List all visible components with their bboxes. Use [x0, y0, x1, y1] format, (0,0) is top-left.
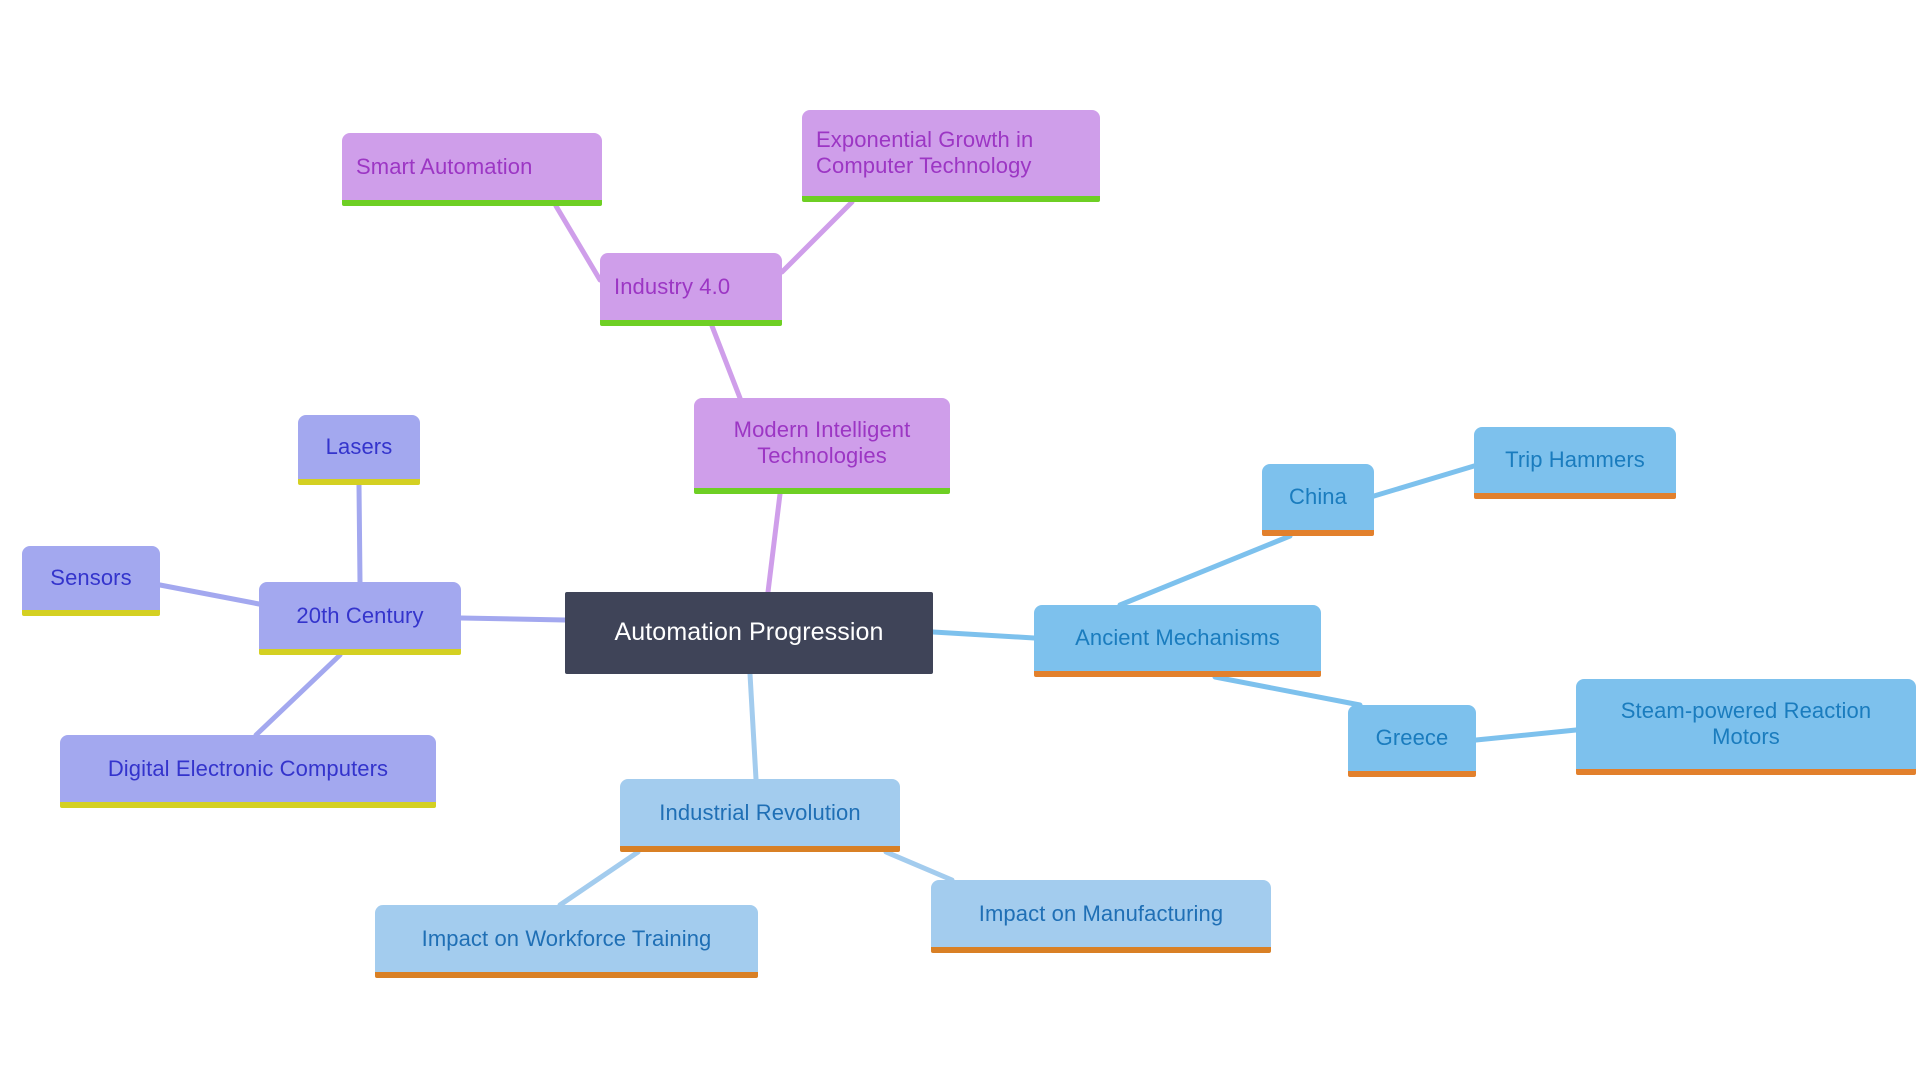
node-steam-powered-reaction-motors[interactable]: Steam-powered Reaction Motors: [1576, 679, 1916, 775]
edge-greece-steam: [1473, 727, 1579, 743]
node-industry-40[interactable]: Industry 4.0: [600, 253, 782, 326]
edge-20thcentury-sensors: [157, 582, 262, 607]
node-impact-on-manufacturing[interactable]: Impact on Manufacturing: [931, 880, 1271, 953]
node-ancient-mechanisms[interactable]: Ancient Mechanisms: [1034, 605, 1321, 677]
node-greece[interactable]: Greece: [1348, 705, 1476, 777]
edge-root-20thcentury: [458, 615, 568, 623]
node-impact-on-workforce-training[interactable]: Impact on Workforce Training: [375, 905, 758, 978]
edge-ancient-greece: [1212, 674, 1363, 708]
edge-industry40-smart: [553, 203, 603, 283]
node-digital-electronic-computers[interactable]: Digital Electronic Computers: [60, 735, 436, 808]
edge-20thcentury-lasers: [356, 482, 363, 585]
node-smart-automation[interactable]: Smart Automation: [342, 133, 602, 206]
node-root[interactable]: Automation Progression: [565, 592, 933, 674]
edge-china-triphammers: [1371, 463, 1477, 499]
edge-20thcentury-digital: [253, 652, 343, 738]
edge-root-industrial: [747, 671, 759, 782]
node-modern-intelligent-technologies[interactable]: Modern Intelligent Technologies: [694, 398, 950, 494]
node-20th-century[interactable]: 20th Century: [259, 582, 461, 655]
edge-modern-industry40: [709, 323, 743, 401]
edge-root-ancient: [930, 629, 1037, 641]
node-trip-hammers[interactable]: Trip Hammers: [1474, 427, 1676, 499]
node-industrial-revolution[interactable]: Industrial Revolution: [620, 779, 900, 852]
node-exponential-growth[interactable]: Exponential Growth in Computer Technolog…: [802, 110, 1100, 202]
node-lasers[interactable]: Lasers: [298, 415, 420, 485]
mindmap-canvas: Automation Progression Smart Automation Ex…: [0, 0, 1920, 1080]
node-sensors[interactable]: Sensors: [22, 546, 160, 616]
edge-root-modern: [765, 491, 783, 595]
edge-industrial-manufacturing: [883, 849, 955, 883]
edge-industrial-workforce: [557, 849, 641, 908]
edge-industry40-exponential: [779, 199, 855, 275]
node-china[interactable]: China: [1262, 464, 1374, 536]
edge-ancient-china: [1117, 533, 1293, 608]
